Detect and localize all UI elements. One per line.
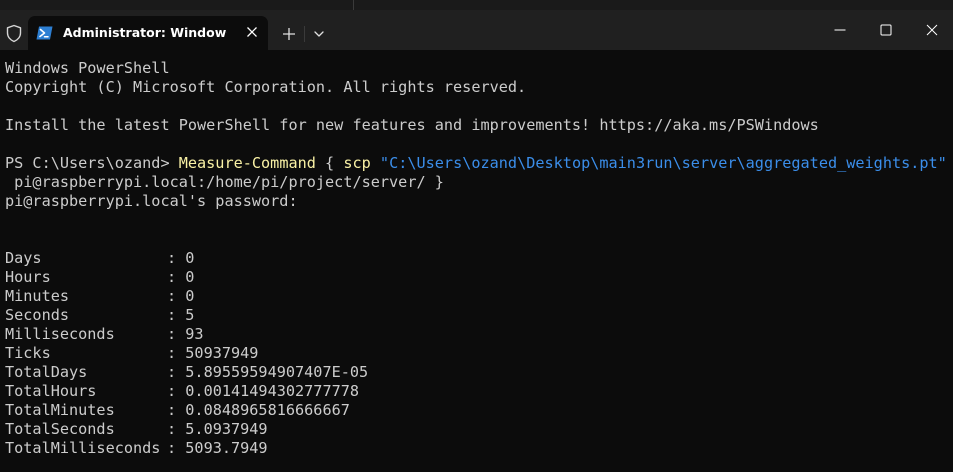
result-label: TotalDays bbox=[5, 363, 88, 381]
close-icon[interactable] bbox=[243, 23, 261, 41]
result-value: : 0.00141494302777778 bbox=[167, 382, 360, 400]
powershell-icon bbox=[36, 25, 53, 40]
result-value: : 5.0937949 bbox=[167, 420, 268, 438]
chevron-down-icon[interactable] bbox=[310, 24, 328, 44]
title-bar: Administrator: Windows PowerShell bbox=[0, 0, 953, 50]
result-label: Minutes bbox=[5, 287, 70, 305]
result-row: TotalSeconds : 5.0937949 bbox=[5, 420, 268, 439]
result-label: TotalMilliseconds bbox=[5, 439, 161, 457]
result-label: Ticks bbox=[5, 344, 51, 362]
result-row: TotalMilliseconds : 5093.7949 bbox=[5, 439, 268, 458]
command-name: Measure-Command bbox=[178, 154, 316, 172]
result-row: Ticks : 50937949 bbox=[5, 344, 258, 363]
result-row: Minutes : 0 bbox=[5, 287, 194, 306]
top-strip-divider bbox=[353, 0, 354, 10]
result-value: : 50937949 bbox=[167, 344, 259, 362]
password-prompt: pi@raspberrypi.local's password: bbox=[5, 192, 298, 210]
result-label: Milliseconds bbox=[5, 325, 115, 343]
result-label: Hours bbox=[5, 268, 51, 286]
brace-open: { bbox=[315, 154, 344, 172]
close-window-button[interactable] bbox=[909, 14, 953, 46]
banner-line: Windows PowerShell bbox=[5, 59, 170, 77]
command-continuation: pi@raspberrypi.local:/home/pi/project/se… bbox=[5, 173, 444, 191]
result-row: Milliseconds : 93 bbox=[5, 325, 204, 344]
result-row: TotalHours : 0.00141494302777778 bbox=[5, 382, 359, 401]
result-label: Days bbox=[5, 249, 42, 267]
subcommand: scp bbox=[343, 154, 371, 172]
result-row: Seconds : 5 bbox=[5, 306, 194, 325]
result-label: TotalMinutes bbox=[5, 401, 115, 419]
result-row: Hours : 0 bbox=[5, 268, 194, 287]
result-value: : 5 bbox=[167, 306, 195, 324]
result-value: : 0 bbox=[167, 287, 195, 305]
copyright-line: Copyright (C) Microsoft Corporation. All… bbox=[5, 78, 527, 96]
result-value: : 0.0848965816666667 bbox=[167, 401, 350, 419]
result-label: TotalHours bbox=[5, 382, 97, 400]
result-row: Days : 0 bbox=[5, 249, 194, 268]
command-line: PS C:\Users\ozand> Measure-Command { scp… bbox=[5, 154, 947, 173]
tab-title: Administrator: Windows PowerShell bbox=[63, 25, 227, 40]
terminal-output[interactable]: Windows PowerShell Copyright (C) Microso… bbox=[0, 50, 953, 472]
result-label: Seconds bbox=[5, 306, 70, 324]
result-value: : 93 bbox=[167, 325, 204, 343]
window-top-strip bbox=[0, 0, 953, 10]
result-value: : 0 bbox=[167, 268, 195, 286]
maximize-button[interactable] bbox=[863, 14, 909, 46]
minimize-button[interactable] bbox=[817, 14, 863, 46]
result-value: : 0 bbox=[167, 249, 195, 267]
result-value: : 5093.7949 bbox=[167, 439, 268, 457]
result-label: TotalSeconds bbox=[5, 420, 115, 438]
tab-powershell[interactable]: Administrator: Windows PowerShell bbox=[28, 16, 268, 50]
install-message: Install the latest PowerShell for new fe… bbox=[5, 116, 819, 134]
plus-icon[interactable] bbox=[279, 24, 299, 44]
tab-divider bbox=[304, 26, 305, 42]
prompt: PS C:\Users\ozand> bbox=[5, 154, 179, 172]
result-row: TotalMinutes : 0.0848965816666667 bbox=[5, 401, 350, 420]
path-string: "C:\Users\ozand\Desktop\main3run\server\… bbox=[379, 154, 947, 172]
shield-icon[interactable] bbox=[5, 24, 23, 43]
result-value: : 5.89559594907407E-05 bbox=[167, 363, 369, 381]
result-row: TotalDays : 5.89559594907407E-05 bbox=[5, 363, 368, 382]
